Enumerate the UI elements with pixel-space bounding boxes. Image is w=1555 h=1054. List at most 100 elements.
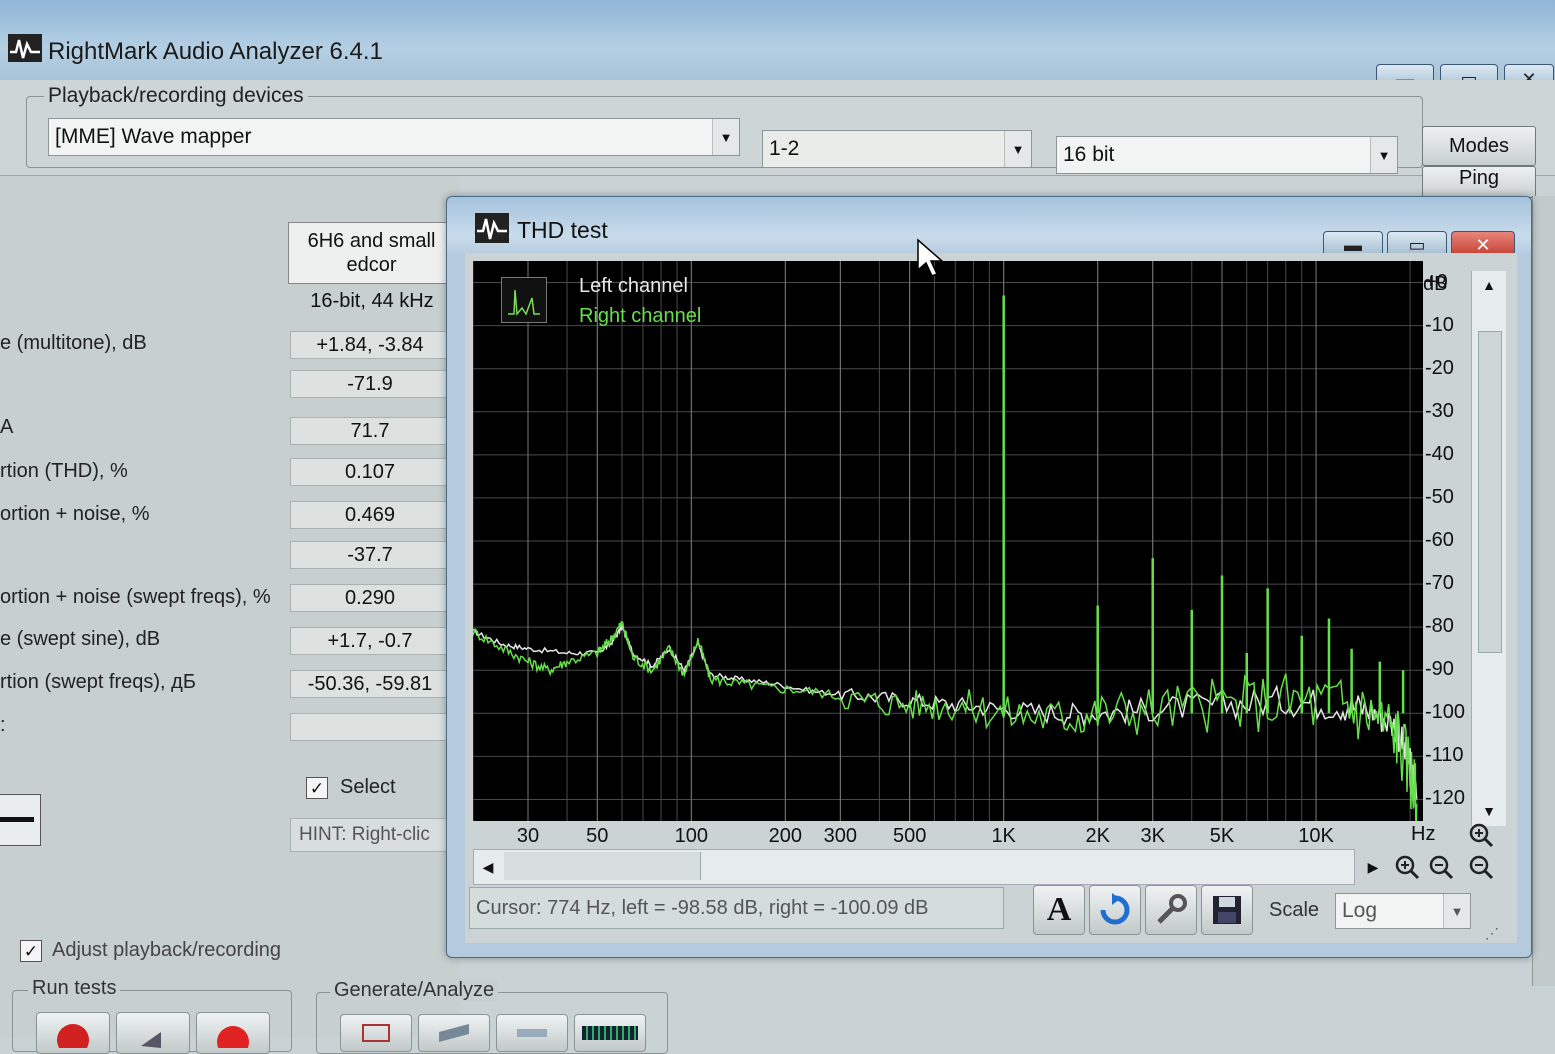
record-icon bbox=[217, 1026, 249, 1048]
y-tick-label: -120 bbox=[1425, 787, 1466, 810]
zoom-reset-icon[interactable] bbox=[1465, 851, 1497, 883]
y-tick-label: -30 bbox=[1425, 399, 1454, 422]
settings-button[interactable] bbox=[1145, 885, 1197, 935]
zoom-out-icon[interactable] bbox=[1425, 851, 1457, 883]
dash-icon bbox=[0, 817, 34, 822]
scroll-left-icon[interactable]: ◀ bbox=[476, 854, 500, 880]
result-label: ortion + noise (swept freqs), % bbox=[0, 586, 271, 608]
result-label: rtion (THD), % bbox=[0, 460, 128, 482]
record-icon bbox=[57, 1024, 89, 1048]
adjust-checkbox[interactable]: ✓ bbox=[20, 940, 42, 962]
spectrum-button[interactable] bbox=[496, 1014, 568, 1052]
refresh-icon bbox=[1100, 893, 1130, 925]
scroll-right-icon[interactable]: ▶ bbox=[1357, 851, 1389, 883]
y-tick-label: -10 bbox=[1425, 313, 1454, 336]
channels-select-value: 1-2 bbox=[769, 137, 800, 160]
result-label: ortion + noise, % bbox=[0, 503, 150, 525]
font-button[interactable]: A bbox=[1033, 885, 1085, 935]
ping-button[interactable]: Ping bbox=[1422, 166, 1536, 198]
x-tick-label: 200 bbox=[768, 825, 803, 847]
result-value: -50.36, -59.81 bbox=[290, 670, 450, 698]
zoom-in-icon[interactable] bbox=[1391, 851, 1423, 883]
legend-left-channel: Left channel bbox=[579, 275, 688, 297]
thd-app-icon bbox=[475, 213, 509, 243]
bits-select[interactable]: 16 bit ▼ bbox=[1056, 136, 1398, 174]
chevron-down-icon[interactable]: ▼ bbox=[1370, 137, 1397, 173]
chevron-down-icon[interactable]: ▼ bbox=[712, 119, 739, 155]
result-label: : bbox=[0, 714, 6, 736]
app-logo-icon bbox=[8, 34, 42, 62]
x-tick-label: 10K bbox=[1298, 825, 1334, 847]
analyze-button[interactable] bbox=[418, 1014, 490, 1052]
y-tick-label: -110 bbox=[1425, 744, 1464, 767]
spectrum-plot[interactable]: Left channel Right channel bbox=[472, 261, 1423, 838]
thd-client-area: Left channel Right channel dB Hz ▲ ▼ ◀ ▶… bbox=[465, 253, 1517, 943]
thd-title: THD test bbox=[517, 217, 608, 243]
chevron-down-icon[interactable]: ▼ bbox=[1443, 894, 1470, 928]
result-value bbox=[290, 713, 450, 741]
channels-select[interactable]: 1-2 ▼ bbox=[762, 130, 1032, 168]
playback-test-button[interactable] bbox=[116, 1012, 190, 1054]
run-test-button[interactable] bbox=[36, 1012, 110, 1054]
save-icon bbox=[1213, 896, 1241, 924]
result-value: +1.7, -0.7 bbox=[290, 627, 450, 655]
save-button[interactable] bbox=[1201, 885, 1253, 935]
x-tick-label: 2K bbox=[1085, 825, 1110, 847]
scale-label: Scale bbox=[1269, 899, 1320, 921]
y-tick-label: -100 bbox=[1425, 701, 1466, 724]
y-tick-label: -20 bbox=[1425, 356, 1454, 379]
scale-select[interactable]: Log ▼ bbox=[1335, 893, 1471, 929]
results-format: 16-bit, 44 kHz bbox=[310, 290, 434, 312]
left-panel-button[interactable] bbox=[0, 794, 41, 846]
generate-legend: Generate/Analyze bbox=[330, 979, 499, 1002]
x-tick-label: 50 bbox=[586, 825, 609, 847]
device-select[interactable]: [MME] Wave mapper ▼ bbox=[48, 118, 740, 156]
background-scroll-strip bbox=[1532, 196, 1555, 986]
y-tick-label: -70 bbox=[1425, 572, 1454, 595]
run-tests-legend: Run tests bbox=[28, 977, 121, 1000]
vertical-scrollbar[interactable]: ▲ ▼ bbox=[1471, 271, 1506, 826]
y-tick-label: -90 bbox=[1425, 658, 1454, 681]
select-checkbox[interactable]: ✓ bbox=[306, 777, 328, 799]
modes-button[interactable]: Modes bbox=[1422, 126, 1536, 166]
checkmark-icon: ✓ bbox=[23, 941, 39, 961]
horizontal-scrollbar[interactable]: ◀ bbox=[473, 849, 1355, 885]
chevron-down-icon[interactable]: ▼ bbox=[1004, 131, 1031, 167]
thd-test-window: THD test ▬ ▭ ✕ Left channel Right channe… bbox=[446, 196, 1532, 958]
y-tick-label: -40 bbox=[1425, 442, 1454, 465]
mouse-pointer-icon bbox=[916, 238, 946, 283]
stop-test-button[interactable] bbox=[196, 1012, 270, 1054]
x-tick-label: 1K bbox=[991, 825, 1016, 847]
font-icon: A bbox=[1046, 891, 1072, 928]
result-value: 0.290 bbox=[290, 584, 450, 612]
result-label: rtion (swept freqs), дБ bbox=[0, 671, 196, 693]
scale-select-value: Log bbox=[1342, 899, 1378, 922]
result-value: -37.7 bbox=[290, 541, 450, 569]
generate-button[interactable] bbox=[340, 1014, 412, 1052]
analyze-icon bbox=[439, 1023, 469, 1043]
result-label: A bbox=[0, 416, 14, 438]
series-line-right bbox=[472, 620, 1418, 838]
bits-select-value: 16 bit bbox=[1063, 143, 1115, 166]
grid-button[interactable] bbox=[574, 1014, 646, 1052]
result-label: e (multitone), dB bbox=[0, 332, 147, 354]
plot-mode-icon[interactable] bbox=[501, 277, 547, 323]
result-value: 71.7 bbox=[290, 417, 450, 445]
app-title: RightMark Audio Analyzer 6.4.1 bbox=[48, 38, 383, 65]
vertical-scroll-thumb[interactable] bbox=[1478, 331, 1502, 653]
refresh-button[interactable] bbox=[1089, 885, 1141, 935]
select-label: Select bbox=[340, 776, 396, 798]
resize-grip-icon[interactable]: ⋰ bbox=[1485, 925, 1499, 942]
results-column-header[interactable]: 6H6 and small edcor bbox=[288, 222, 455, 284]
result-value: 0.107 bbox=[290, 458, 450, 486]
scroll-up-icon[interactable]: ▲ bbox=[1474, 273, 1504, 297]
device-select-value: [MME] Wave mapper bbox=[55, 125, 252, 148]
legend-right-channel: Right channel bbox=[579, 305, 702, 327]
horizontal-scroll-thumb[interactable] bbox=[504, 852, 701, 880]
x-tick-label: 3K bbox=[1140, 825, 1165, 847]
spectrum-chart[interactable] bbox=[472, 261, 1423, 838]
y-tick-label: -60 bbox=[1425, 529, 1454, 551]
zoom-in-vertical-icon[interactable] bbox=[1465, 819, 1497, 851]
x-tick-label: 5K bbox=[1209, 825, 1235, 847]
y-tick-label: -50 bbox=[1425, 485, 1454, 508]
